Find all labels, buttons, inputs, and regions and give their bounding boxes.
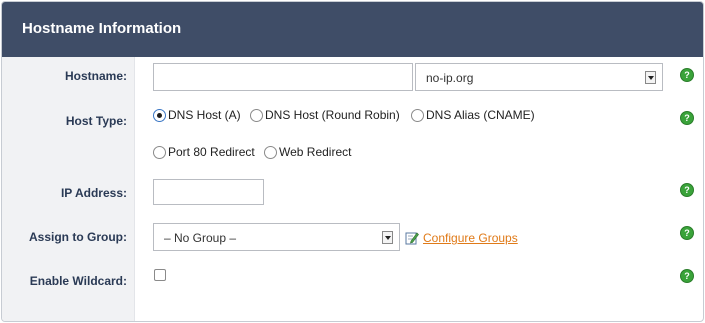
- host-type-option-label: DNS Alias (CNAME): [426, 108, 535, 122]
- radio-button[interactable]: [153, 108, 166, 122]
- help-icon[interactable]: ?: [680, 111, 694, 125]
- help-icon[interactable]: ?: [680, 68, 694, 82]
- assign-group-label: Assign to Group:: [29, 230, 127, 244]
- configure-groups-link[interactable]: Configure Groups: [423, 231, 518, 245]
- enable-wildcard-checkbox[interactable]: [154, 269, 166, 281]
- host-type-option-web-redirect[interactable]: Web Redirect: [264, 145, 351, 159]
- radio-button[interactable]: [250, 108, 263, 122]
- domain-select[interactable]: no-ip.org: [415, 63, 663, 91]
- ip-address-label: IP Address:: [60, 186, 127, 200]
- edit-icon[interactable]: [405, 231, 419, 245]
- host-type-option-round-robin[interactable]: DNS Host (Round Robin): [250, 108, 400, 122]
- panel-title: Hostname Information: [22, 20, 182, 37]
- host-type-option-cname[interactable]: DNS Alias (CNAME): [411, 108, 535, 122]
- hostname-information-panel: Hostname Information Hostname: no-ip.org…: [1, 1, 704, 322]
- host-type-option-label: Port 80 Redirect: [168, 145, 255, 159]
- radio-button[interactable]: [411, 108, 424, 122]
- radio-button[interactable]: [153, 145, 166, 159]
- panel-header: Hostname Information: [2, 2, 703, 57]
- hostname-label: Hostname:: [64, 69, 127, 83]
- host-type-option-dns-a[interactable]: DNS Host (A): [153, 108, 241, 122]
- enable-wildcard-label: Enable Wildcard:: [29, 274, 127, 288]
- domain-select-value: no-ip.org: [426, 71, 474, 85]
- chevron-down-icon: [382, 231, 393, 244]
- host-type-option-label: Web Redirect: [279, 145, 352, 159]
- host-type-label: Host Type:: [65, 114, 127, 128]
- help-icon[interactable]: ?: [680, 183, 694, 197]
- group-select-value: – No Group –: [164, 231, 237, 245]
- help-icon[interactable]: ?: [680, 269, 694, 283]
- chevron-down-icon: [645, 71, 656, 84]
- host-type-option-label: DNS Host (Round Robin): [265, 108, 400, 122]
- ip-address-input[interactable]: [153, 179, 264, 205]
- host-type-option-port80[interactable]: Port 80 Redirect: [153, 145, 255, 159]
- group-select[interactable]: – No Group –: [153, 223, 400, 251]
- help-icon[interactable]: ?: [680, 226, 694, 240]
- hostname-input[interactable]: [153, 63, 413, 91]
- host-type-option-label: DNS Host (A): [168, 108, 241, 122]
- radio-button[interactable]: [264, 145, 277, 159]
